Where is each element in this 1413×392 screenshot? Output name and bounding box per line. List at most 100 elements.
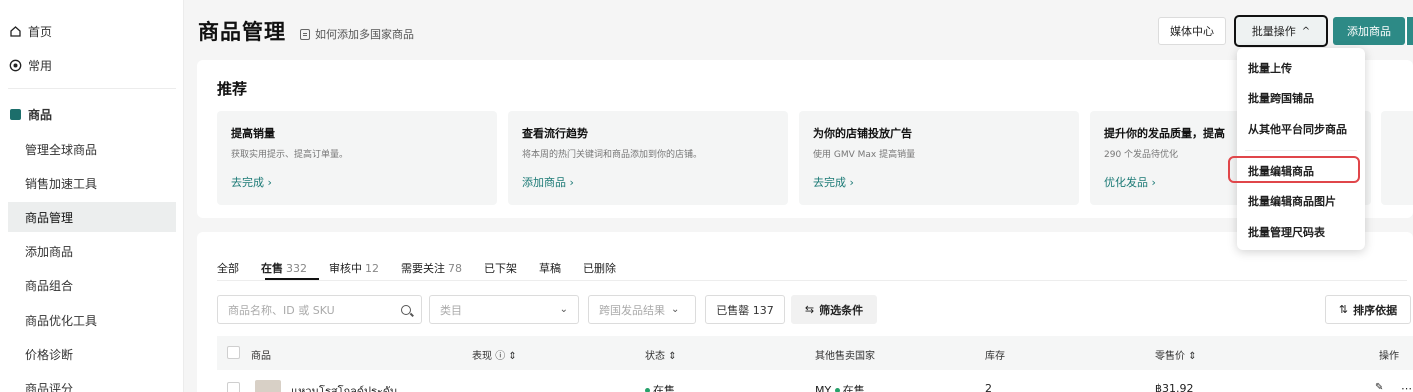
header-price[interactable]: 零售价 ⇕: [1155, 347, 1197, 362]
sidebar-divider: [8, 88, 176, 89]
sidebar-item-price-diagnosis[interactable]: 价格诊断: [8, 339, 176, 369]
header-performance[interactable]: 表现 ⓘ ⇕: [472, 347, 517, 362]
more-icon[interactable]: ⋯: [1401, 382, 1412, 392]
card-title: 查看流行趋势: [522, 127, 588, 140]
tab-label: 审核中: [329, 262, 362, 275]
sort-icon: ⇕: [508, 351, 517, 362]
tab-label: 草稿: [539, 262, 561, 275]
country-code: MY: [815, 384, 832, 392]
status-dot: [645, 388, 650, 392]
header-performance-label: 表现: [472, 351, 492, 362]
category-select[interactable]: 类目 ⌄: [429, 295, 579, 324]
card-title: 为你的店铺投放广告: [813, 127, 912, 140]
price-cell: ฿31.92: [1155, 382, 1194, 392]
select-all-checkbox[interactable]: [227, 346, 240, 362]
tab-count: 12: [365, 262, 379, 275]
sidebar-item-optimization-tools[interactable]: 商品优化工具: [8, 305, 176, 335]
sidebar-item-global-products[interactable]: 管理全球商品: [8, 134, 176, 164]
search-icon: [401, 304, 411, 315]
filter-icon: ⇆: [804, 303, 815, 316]
menu-item-bulk-edit-images[interactable]: 批量编辑商品图片: [1248, 193, 1336, 209]
tab-drafts[interactable]: 草稿: [539, 260, 561, 276]
tab-count: 332: [286, 262, 307, 275]
sidebar-item-products[interactable]: 商品: [8, 99, 176, 129]
chevron-up-icon: ^: [1301, 25, 1311, 37]
sidebar-item-bundles[interactable]: 商品组合: [8, 270, 176, 300]
product-list-panel: 全部 在售 332 审核中 12 需要关注 78 已下架 草稿 已删除 商品名称、ID…: [197, 232, 1413, 392]
menu-item-sync-other-platforms[interactable]: 从其他平台同步商品: [1248, 121, 1347, 137]
sidebar-item-label: 常用: [28, 58, 53, 73]
tab-label: 在售: [261, 262, 283, 275]
table-row[interactable]: แหวนโรสโกลด์ประดับ 在售 MY 在售 2 ฿31.92 ✎ ⋯: [217, 378, 1413, 392]
help-link[interactable]: 如何添加多国家商品: [300, 26, 414, 42]
header-other-countries: 其他售卖国家: [815, 351, 875, 362]
card-action-link[interactable]: 去完成 ›: [813, 174, 1065, 190]
recommend-card: 为你的店铺投放广告 使用 GMV Max 提高销量 去完成 ›: [799, 111, 1079, 205]
card-action-link[interactable]: 去完成 ›: [231, 174, 483, 190]
sidebar-item-product-rating[interactable]: 商品评分: [8, 373, 176, 392]
sidebar-item-home[interactable]: 首页: [8, 16, 176, 46]
product-thumbnail: [255, 380, 281, 392]
stock-cell: 2: [985, 382, 992, 392]
search-input[interactable]: 商品名称、ID 或 SKU: [217, 295, 422, 324]
sidebar-item-favorites[interactable]: 常用: [8, 50, 176, 80]
row-checkbox[interactable]: [227, 382, 240, 392]
menu-item-bulk-size-charts[interactable]: 批量管理尺码表: [1248, 224, 1325, 240]
status-tabs: 全部 在售 332 审核中 12 需要关注 78 已下架 草稿 已删除: [217, 260, 638, 276]
add-product-button[interactable]: 添加商品: [1333, 17, 1405, 45]
sidebar-item-label: 商品优化工具: [25, 313, 98, 328]
sidebar-item-add-product[interactable]: 添加商品: [8, 236, 176, 266]
countries-cell: MY 在售: [815, 382, 865, 392]
add-product-dropdown-toggle[interactable]: [1406, 17, 1413, 45]
document-icon: [300, 28, 310, 40]
card-action-link[interactable]: 添加商品 ›: [522, 174, 774, 190]
sort-icon: ⇕: [1188, 351, 1197, 362]
sold-out-filter[interactable]: 已售罄 137: [705, 295, 785, 324]
star-circle-icon: [8, 58, 22, 72]
sidebar-item-product-management[interactable]: 商品管理: [8, 202, 176, 232]
sidebar-item-sales-accelerator[interactable]: 销售加速工具: [8, 168, 176, 198]
search-placeholder: 商品名称、ID 或 SKU: [228, 303, 335, 317]
tab-delisted[interactable]: 已下架: [484, 260, 517, 276]
menu-item-bulk-cross-border[interactable]: 批量跨国铺品: [1248, 90, 1314, 106]
menu-item-bulk-upload[interactable]: 批量上传: [1248, 60, 1292, 76]
help-icon: ⓘ: [495, 351, 506, 362]
product-name[interactable]: แหวนโรสโกลด์ประดับ: [291, 382, 397, 392]
more-filters-button[interactable]: ⇆ 筛选条件: [791, 295, 877, 324]
cross-border-result-select[interactable]: 跨国发品结果 ⌄: [588, 295, 696, 324]
sort-button[interactable]: ⇅ 排序依据: [1325, 295, 1411, 324]
home-icon: [8, 24, 22, 38]
status-cell: 在售: [645, 382, 675, 392]
tab-in-review[interactable]: 审核中 12: [329, 260, 379, 276]
bulk-actions-button[interactable]: 批量操作 ^: [1234, 15, 1328, 47]
card-description: 使用 GMV Max 提高销量: [813, 150, 916, 160]
header-product: 商品: [251, 351, 271, 362]
country-status: 在售: [842, 384, 865, 392]
page-title: 商品管理: [198, 20, 286, 44]
recommend-card: 查看流行趋势 将本周的热门关键词和商品添加到你的店铺。 添加商品 ›: [508, 111, 788, 205]
sort-icon: ⇕: [668, 351, 677, 362]
tab-on-sale[interactable]: 在售 332: [261, 260, 307, 276]
highlight-box: [1228, 156, 1360, 183]
tab-needs-attention[interactable]: 需要关注 78: [401, 260, 462, 276]
status-dot: [834, 388, 840, 392]
media-center-button[interactable]: 媒体中心: [1158, 17, 1226, 45]
tabs-divider: [217, 280, 1407, 281]
header-status[interactable]: 状态 ⇕: [645, 347, 677, 362]
status-label: 在售: [653, 384, 675, 392]
sidebar-item-label: 商品评分: [25, 381, 74, 392]
category-placeholder: 类目: [440, 303, 462, 317]
sidebar-item-label: 管理全球商品: [25, 142, 98, 157]
menu-divider: [1245, 150, 1357, 151]
sidebar: 首页 常用 商品 管理全球商品 销售加速工具 商品管理 添加商品 商品组合 商品…: [0, 0, 184, 392]
edit-icon[interactable]: ✎: [1375, 382, 1383, 392]
tab-all[interactable]: 全部: [217, 260, 239, 276]
tab-label: 需要关注: [401, 262, 445, 275]
card-description: 将本周的热门关键词和商品添加到你的店铺。: [522, 150, 703, 160]
sidebar-item-label: 销售加速工具: [25, 176, 98, 191]
card-description: 获取实用提示、提高订单量。: [231, 150, 349, 160]
sidebar-item-label: 价格诊断: [25, 347, 74, 362]
recommend-panel: 推荐 提高销量 获取实用提示、提高订单量。 去完成 › 查看流行趋势 将本周的热…: [197, 60, 1413, 218]
header-price-label: 零售价: [1155, 351, 1185, 362]
tab-deleted[interactable]: 已删除: [583, 260, 616, 276]
